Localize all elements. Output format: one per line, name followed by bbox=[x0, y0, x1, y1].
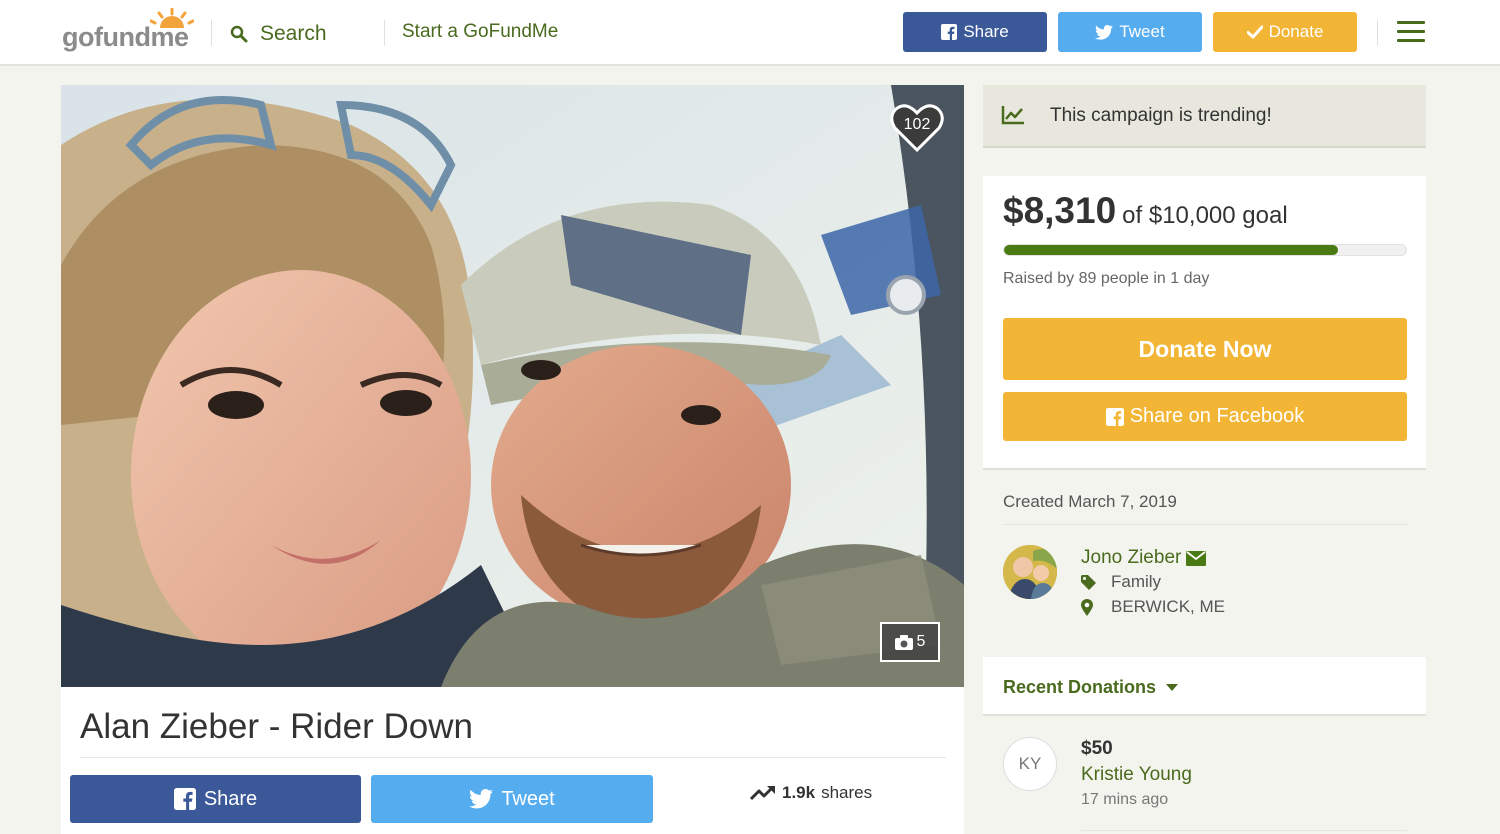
donor-avatar: KY bbox=[1003, 737, 1057, 791]
donate-now-button[interactable]: Donate Now bbox=[1003, 318, 1407, 380]
check-icon bbox=[1246, 25, 1263, 39]
trending-banner: This campaign is trending! bbox=[983, 85, 1426, 148]
header-donate-label: Donate bbox=[1268, 22, 1324, 41]
header-divider bbox=[211, 20, 212, 46]
envelope-icon[interactable] bbox=[1186, 550, 1207, 566]
organizer-category: Family bbox=[1111, 572, 1162, 591]
raised-amount: $8,310 bbox=[1003, 190, 1117, 231]
campaign-title: Alan Zieber - Rider Down bbox=[80, 707, 473, 746]
organizer-name-link[interactable]: Jono Zieber bbox=[1081, 547, 1207, 569]
photo-count-value: 5 bbox=[916, 633, 926, 650]
raised-by-text: Raised by 89 people in 1 day bbox=[1003, 270, 1210, 287]
donor-name[interactable]: Kristie Young bbox=[1081, 764, 1192, 786]
created-divider bbox=[1003, 524, 1407, 525]
heart-badge[interactable]: 102 bbox=[890, 103, 944, 153]
header-tweet-label: Tweet bbox=[1119, 22, 1165, 41]
shares-counter: 1.9k shares bbox=[750, 783, 872, 803]
donation-divider bbox=[1081, 830, 1407, 831]
recent-donations-label: Recent Donations bbox=[1003, 677, 1157, 697]
organizer-avatar-image bbox=[1003, 545, 1057, 599]
share-label: Share bbox=[203, 787, 258, 810]
menu-icon[interactable] bbox=[1397, 21, 1425, 43]
raised-summary: $8,310 of $10,000 goal bbox=[1003, 190, 1288, 232]
twitter-icon bbox=[469, 789, 494, 809]
logo-text: gofundme bbox=[62, 22, 189, 52]
header-divider bbox=[384, 20, 385, 46]
organizer-location: BERWICK, ME bbox=[1111, 597, 1225, 616]
header-donate-button[interactable]: Donate bbox=[1213, 12, 1357, 52]
location-icon bbox=[1081, 598, 1111, 616]
tweet-label: Tweet bbox=[501, 787, 555, 810]
trending-up-icon bbox=[750, 785, 775, 801]
search-link[interactable]: Search bbox=[230, 20, 327, 48]
gofundme-logo[interactable]: gofundme bbox=[62, 8, 194, 52]
header-share-label: Share bbox=[963, 22, 1009, 41]
donation-amount: $50 bbox=[1081, 738, 1113, 759]
shares-count: 1.9k bbox=[782, 783, 816, 802]
trending-text: This campaign is trending! bbox=[1050, 105, 1272, 126]
organizer-avatar[interactable] bbox=[1003, 545, 1057, 599]
twitter-icon bbox=[1095, 24, 1114, 40]
camera-icon bbox=[894, 634, 913, 650]
search-label: Search bbox=[260, 22, 327, 45]
header-share-button[interactable]: Share bbox=[903, 12, 1047, 52]
facebook-icon bbox=[1105, 407, 1124, 426]
photo-count-button[interactable]: 5 bbox=[880, 622, 940, 662]
shares-label: shares bbox=[821, 783, 873, 802]
goal-text: of $10,000 goal bbox=[1122, 202, 1288, 229]
facebook-icon bbox=[173, 788, 196, 810]
trending-icon bbox=[1001, 106, 1024, 125]
organizer-location-row: BERWICK, ME bbox=[1081, 597, 1225, 617]
recent-donations-toggle[interactable]: Recent Donations bbox=[1003, 677, 1179, 698]
donation-time: 17 mins ago bbox=[1081, 791, 1169, 808]
organizer-category-row: Family bbox=[1081, 572, 1161, 592]
start-gofundme-link[interactable]: Start a GoFundMe bbox=[402, 21, 558, 43]
title-divider bbox=[80, 757, 946, 758]
organizer-name: Jono Zieber bbox=[1081, 547, 1182, 568]
caret-down-icon bbox=[1166, 683, 1179, 691]
tweet-button[interactable]: Tweet bbox=[371, 775, 653, 823]
created-date: Created March 7, 2019 bbox=[1003, 492, 1177, 511]
share-on-facebook-label: Share on Facebook bbox=[1129, 405, 1305, 427]
search-icon bbox=[230, 25, 248, 43]
progress-fill bbox=[1004, 245, 1339, 255]
campaign-photo-image bbox=[61, 85, 964, 687]
campaign-photo[interactable] bbox=[61, 85, 964, 687]
header-tweet-button[interactable]: Tweet bbox=[1058, 12, 1202, 52]
share-button[interactable]: Share bbox=[70, 775, 361, 823]
heart-count: 102 bbox=[903, 116, 931, 133]
top-header: gofundme Search Start a GoFundMe Share T… bbox=[0, 0, 1500, 66]
progress-bar bbox=[1003, 244, 1407, 256]
facebook-icon bbox=[941, 24, 958, 40]
header-divider bbox=[1377, 20, 1378, 46]
tag-icon bbox=[1081, 574, 1111, 590]
share-on-facebook-button[interactable]: Share on Facebook bbox=[1003, 392, 1407, 441]
